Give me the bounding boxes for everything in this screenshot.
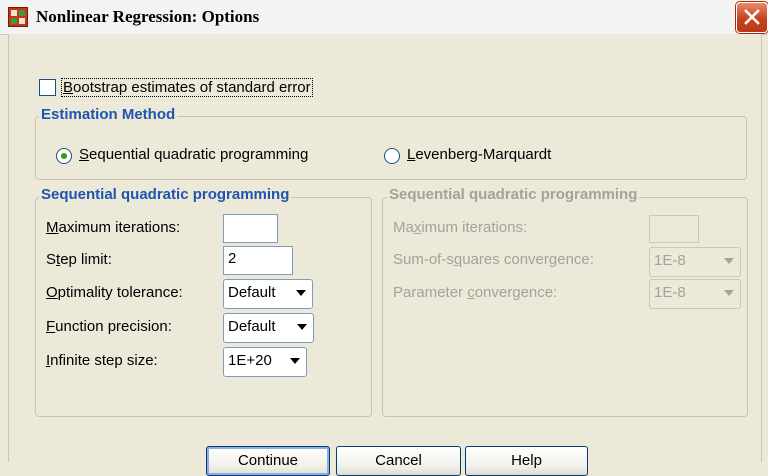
function-precision-label: Function precision: <box>46 318 172 335</box>
levenberg-marquardt-radio[interactable] <box>384 148 400 164</box>
spss-app-icon <box>8 7 28 27</box>
ss-convergence-label-mnemonic: q <box>453 251 463 268</box>
infinite-step-size-dropdown[interactable]: 1E+20 <box>223 347 307 377</box>
window-title: Nonlinear Regression: Options <box>36 7 260 26</box>
bootstrap-checkbox[interactable] <box>39 79 56 96</box>
sqp-radio-label-post: equential quadratic programming <box>89 146 309 163</box>
function-precision-label-mnemonic: F <box>46 318 56 335</box>
ss-convergence-label-post: uares convergence: <box>462 251 594 268</box>
param-convergence-dropdown: 1E-8 <box>649 279 741 309</box>
sqp-radio-label-mnemonic: S <box>79 146 90 163</box>
ss-convergence-dropdown: 1E-8 <box>649 247 741 277</box>
chevron-down-icon <box>296 290 306 296</box>
function-precision-dropdown[interactable]: Default <box>223 313 314 343</box>
infinite-step-size-value: 1E+20 <box>228 352 272 369</box>
close-button[interactable] <box>736 2 768 33</box>
estimation-method-legend: Estimation Method <box>39 106 178 123</box>
max-iterations-label-post: aximum iterations: <box>58 219 181 236</box>
infinite-step-size-label: Infinite step size: <box>46 352 158 369</box>
infinite-step-size-label-post: nfinite step size: <box>50 352 158 369</box>
step-limit-label: Step limit: <box>46 251 112 268</box>
max-iterations-label-mnemonic: M <box>46 219 59 236</box>
chevron-down-icon <box>724 258 734 264</box>
ss-convergence-label: Sum-of-squares convergence: <box>393 251 594 268</box>
bootstrap-label[interactable]: Bootstrap estimates of standard error <box>61 78 313 97</box>
function-precision-value: Default <box>228 318 276 335</box>
bootstrap-label-post: ootstrap estimates of standard error <box>73 79 311 96</box>
lm-settings-legend: Sequential quadratic programming <box>387 186 640 203</box>
param-convergence-value: 1E-8 <box>654 284 686 301</box>
step-limit-input[interactable]: 2 <box>223 246 293 275</box>
help-button[interactable]: Help <box>465 446 588 476</box>
radio-selected-dot <box>61 153 67 159</box>
close-icon <box>744 9 760 25</box>
sqp-radio-label[interactable]: Sequential quadratic programming <box>79 146 308 163</box>
optimality-tolerance-label: Optimality tolerance: <box>46 284 183 301</box>
dialog-body: Bootstrap estimates of standard error Es… <box>8 34 762 476</box>
chevron-down-icon <box>297 324 307 330</box>
continue-button[interactable]: Continue <box>206 446 330 476</box>
disabled-max-iterations-label-pre: Ma <box>393 219 414 236</box>
chevron-down-icon <box>290 358 300 364</box>
bootstrap-label-mnemonic: B <box>63 79 74 96</box>
param-convergence-label-mnemonic: c <box>467 284 475 301</box>
function-precision-label-post: unction precision: <box>55 318 172 335</box>
param-convergence-label-post: onvergence: <box>474 284 558 301</box>
max-iterations-label: Maximum iterations: <box>46 219 180 236</box>
max-iterations-input[interactable] <box>223 214 278 243</box>
optimality-tolerance-dropdown[interactable]: Default <box>223 279 313 309</box>
ss-convergence-value: 1E-8 <box>654 252 686 269</box>
lm-radio-label-post: evenberg-Marquardt <box>415 146 552 163</box>
param-convergence-label: Parameter convergence: <box>393 284 557 301</box>
step-limit-label-post: ep limit: <box>60 251 112 268</box>
cancel-button[interactable]: Cancel <box>336 446 461 476</box>
optimality-tolerance-value: Default <box>228 284 276 301</box>
param-convergence-label-pre: Parameter <box>393 284 468 301</box>
disabled-max-iterations-input <box>649 215 699 243</box>
step-limit-label-pre: S <box>46 251 57 268</box>
disabled-max-iterations-label-post: imum iterations: <box>421 219 528 236</box>
disabled-max-iterations-label: Maximum iterations: <box>393 219 527 236</box>
title-bar[interactable]: Nonlinear Regression: Options <box>0 0 768 35</box>
chevron-down-icon <box>724 290 734 296</box>
levenberg-marquardt-radio-label[interactable]: Levenberg-Marquardt <box>407 146 551 163</box>
sqp-radio[interactable] <box>56 148 72 164</box>
optimality-tolerance-label-post: ptimality tolerance: <box>57 284 183 301</box>
optimality-tolerance-label-mnemonic: O <box>46 284 58 301</box>
sqp-settings-legend: Sequential quadratic programming <box>39 186 292 203</box>
ss-convergence-label-pre: Sum-of-s <box>393 251 454 268</box>
